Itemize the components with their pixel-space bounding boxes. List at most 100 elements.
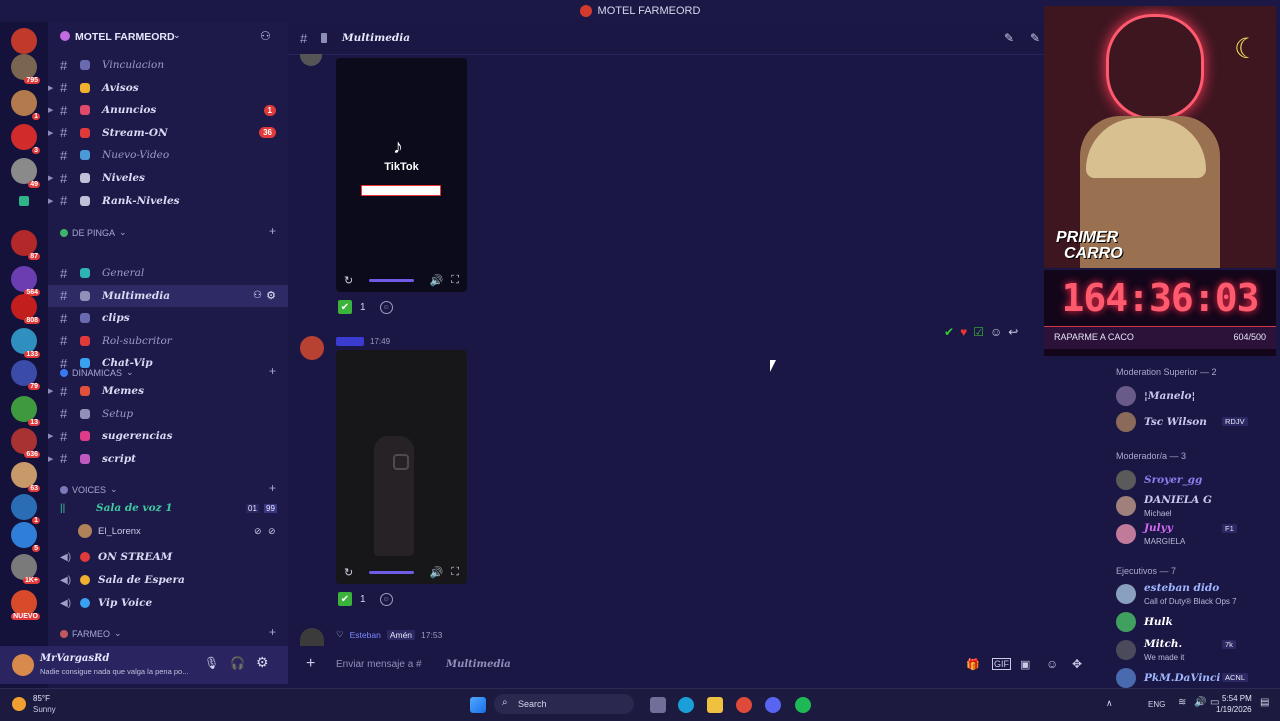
replay-icon[interactable]: ↻ [344, 274, 353, 287]
channel-item[interactable]: ▶ # Rank-Niveles [48, 190, 288, 212]
server-icon[interactable]: 49 [11, 158, 40, 188]
discord-icon[interactable] [765, 697, 781, 713]
expand-arrow-icon[interactable]: ▶ [48, 432, 53, 440]
server-icon[interactable]: 808 [11, 294, 40, 324]
channel-item[interactable]: # General [48, 262, 288, 284]
channel-item[interactable]: ▶ # Stream-ON 36 [48, 122, 288, 144]
file-explorer-icon[interactable] [707, 697, 723, 713]
channel-item[interactable]: ▶ # Avisos [48, 77, 288, 99]
avatar[interactable] [300, 336, 324, 360]
channel-item[interactable]: ▶ # Niveles [48, 167, 288, 189]
heart-icon[interactable]: ♥ [960, 325, 967, 339]
volume-icon[interactable]: 🔊 [1194, 697, 1206, 708]
channel-item[interactable]: ▶ # Anuncios 1 [48, 99, 288, 121]
gear-icon[interactable]: ⚙ [266, 289, 276, 302]
sticker-icon[interactable]: ▣ [1020, 658, 1030, 671]
server-icon[interactable]: 133 [11, 328, 40, 358]
channel-item[interactable]: # Multimedia ⚙ ⚇ [48, 284, 288, 307]
server-icon[interactable]: 795 [11, 54, 40, 84]
add-reaction-icon[interactable]: ☺ [990, 325, 1002, 339]
expand-arrow-icon[interactable]: ▶ [48, 197, 53, 205]
gift-icon[interactable]: 🎁 [966, 658, 980, 671]
gear-icon[interactable]: ⚙ [256, 654, 269, 671]
spotify-icon[interactable] [795, 697, 811, 713]
category-header[interactable]: DE PINGA ⌄ [60, 227, 127, 238]
language-indicator[interactable]: ENG [1148, 700, 1165, 709]
tray-chevron-icon[interactable]: ∧ [1106, 698, 1113, 709]
expand-arrow-icon[interactable]: ▶ [48, 387, 53, 395]
threads-icon[interactable]: ✎ [1004, 31, 1014, 45]
apps-icon[interactable]: ✥ [1072, 657, 1082, 671]
expand-arrow-icon[interactable]: ▶ [48, 106, 53, 114]
emoji-icon[interactable]: ☺ [1046, 657, 1058, 671]
expand-arrow-icon[interactable]: ▶ [48, 84, 53, 92]
server-icon[interactable]: 87 [11, 230, 40, 260]
clock-date[interactable]: 1/19/2026 [1216, 705, 1252, 714]
windows-start-icon[interactable] [470, 697, 486, 713]
notification-icon[interactable]: ▤ [1260, 697, 1269, 708]
channel-item[interactable]: # clips [48, 307, 288, 329]
channel-item[interactable]: ▶ # Memes [48, 380, 288, 402]
add-channel-icon[interactable]: + [269, 481, 276, 495]
server-icon[interactable] [19, 196, 29, 206]
server-icon[interactable]: 3 [11, 124, 40, 154]
invite-icon[interactable]: ⚇ [253, 290, 262, 301]
voice-user[interactable]: El_Lorenx ⊘ ⊘ [48, 520, 288, 542]
server-icon[interactable]: 13 [11, 396, 40, 426]
member-item[interactable]: Tsc Wilson RDJV [1116, 410, 1276, 436]
message-author[interactable]: Esteban [350, 630, 381, 640]
mic-icon[interactable]: 🎙 [204, 656, 219, 670]
task-view-icon[interactable] [650, 697, 666, 713]
fullscreen-icon[interactable]: ⛶ [451, 274, 459, 287]
replay-icon[interactable]: ↻ [344, 566, 353, 579]
search-box[interactable]: ⌕ Search [494, 694, 634, 714]
fullscreen-icon[interactable]: ⛶ [451, 566, 459, 579]
member-item[interactable]: Hulk [1116, 610, 1276, 636]
gif-icon[interactable]: GIF [992, 658, 1011, 670]
member-item[interactable]: DANIELA G Michael [1116, 494, 1276, 520]
check-icon[interactable]: ✔ [944, 325, 954, 339]
volume-slider[interactable] [369, 278, 414, 282]
add-member-icon[interactable]: ⚇ [260, 29, 271, 43]
message-composer[interactable]: + Enviar mensaje a # Multimedia 🎁 GIF ▣ … [288, 648, 1098, 680]
reply-icon[interactable]: ↩ [1008, 325, 1018, 339]
plus-icon[interactable]: + [306, 655, 315, 673]
add-reaction-icon[interactable]: ☺ [379, 300, 393, 314]
add-channel-icon[interactable]: + [269, 364, 276, 378]
server-icon[interactable]: NUEVO [11, 590, 40, 620]
headphones-icon[interactable]: 🎧 [230, 656, 245, 670]
server-icon[interactable]: 1 [11, 90, 40, 120]
server-icon[interactable]: 636 [11, 428, 40, 458]
server-icon[interactable]: 564 [11, 266, 40, 296]
channel-item[interactable]: ▶ # sugerencias [48, 425, 288, 447]
chrome-icon[interactable] [736, 697, 752, 713]
check-reaction-icon[interactable]: ✔ [338, 592, 352, 606]
volume-icon[interactable]: 🔊 [430, 274, 444, 287]
member-item[interactable]: Mitch. 7k We made it [1116, 638, 1276, 664]
voice-channel[interactable]: ◀) Sala de Espera [48, 569, 288, 591]
expand-arrow-icon[interactable]: ▶ [48, 174, 53, 182]
pin-icon[interactable]: ✎ [1030, 31, 1040, 45]
voice-channel[interactable]: ◀) ON STREAM [48, 546, 288, 568]
category-header[interactable]: FARMEO ⌄ [60, 628, 122, 639]
channel-item[interactable]: # Setup [48, 403, 288, 425]
expand-arrow-icon[interactable]: ▶ [48, 455, 53, 463]
video-embed[interactable]: ♪ TikTok ↻ 🔊 ⛶ [336, 58, 467, 292]
add-channel-icon[interactable]: + [269, 224, 276, 238]
server-icon[interactable]: 63 [11, 462, 40, 492]
check-box-icon[interactable]: ☑ [973, 325, 984, 339]
category-header[interactable]: DINAMICAS ⌄ [60, 367, 134, 378]
volume-icon[interactable]: 🔊 [430, 566, 444, 579]
member-item[interactable]: Julyy F1 MARGIELA [1116, 522, 1276, 548]
member-item[interactable]: esteban dido Call of Duty® Black Ops 7 [1116, 582, 1276, 608]
server-icon[interactable]: 79 [11, 360, 40, 390]
expand-arrow-icon[interactable]: ▶ [48, 129, 53, 137]
server-header[interactable]: MOTEL FARMEORD ⌄ ⚇ [48, 22, 288, 52]
edge-icon[interactable] [678, 697, 694, 713]
channel-item[interactable]: ▶ # script [48, 448, 288, 470]
avatar[interactable] [300, 628, 324, 646]
add-channel-icon[interactable]: + [269, 625, 276, 639]
server-icon[interactable]: 1 [11, 494, 40, 524]
wifi-icon[interactable]: ≋ [1178, 697, 1186, 708]
channel-item[interactable]: # Rol-subcritor [48, 330, 288, 352]
